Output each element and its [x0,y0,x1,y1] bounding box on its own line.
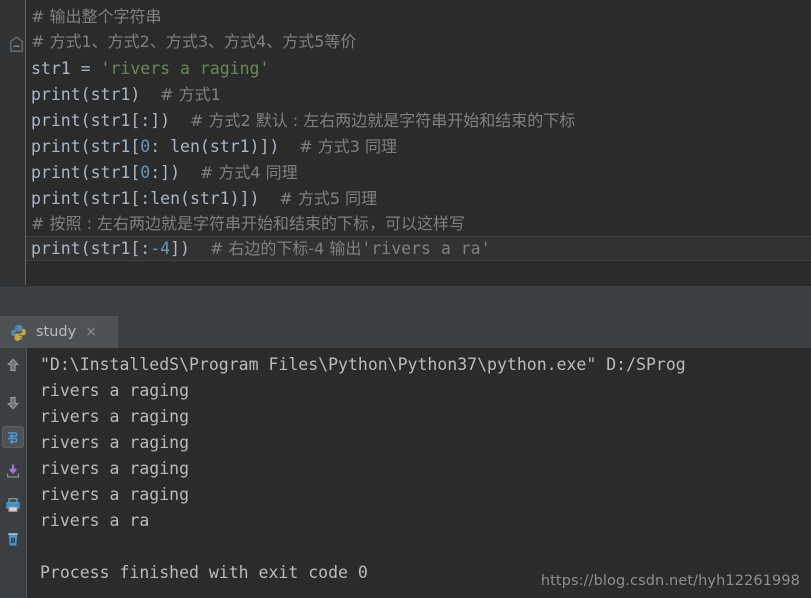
run-console-panel: study × "D:\InstalledS\Program Files\Pyt… [0,316,811,598]
output-line-4: rivers a raging [40,459,190,478]
code-token: # 按照 : 左右两边就是字符串开始和结束的下标，可以这样写 [31,214,466,233]
code-editor[interactable]: # 输出整个字符串 # 方式1、方式2、方式3、方式4、方式5等价 str1 = '… [0,0,811,286]
python-file-icon [10,324,27,341]
code-token: print(str1[:]) [31,111,190,130]
scroll-up-button[interactable] [2,354,24,376]
code-line[interactable]: # 按照 : 左右两边就是字符串开始和结束的下标，可以这样写 [26,211,465,236]
watermark-text: https://blog.csdn.net/hyh12261998 [540,573,800,589]
code-token: # 方式1 [160,85,221,104]
code-token: 0 [140,163,151,182]
run-tab-label: study [36,324,77,340]
code-token: print(str1[:len(str1)]) [31,189,280,208]
code-token: ]) [170,239,210,258]
code-line[interactable]: print(str1) # 方式1 [26,82,221,107]
code-token: print(str1[: [31,239,151,258]
output-line-6: rivers a ra [40,511,150,530]
code-line[interactable]: # 输出整个字符串 [26,4,162,29]
run-tab-study[interactable]: study × [0,316,118,348]
exit-status-line: Process finished with exit code 0 [40,563,368,582]
pycharm-window: # 输出整个字符串 # 方式1、方式2、方式3、方式4、方式5等价 str1 = '… [0,0,811,598]
code-token: 'rivers a ra' [361,239,491,258]
output-line-1: rivers a raging [40,381,190,400]
soft-wrap-icon [5,429,21,445]
code-token: print(str1[ [31,163,141,182]
printer-icon [5,497,21,513]
clear-all-button[interactable] [2,528,24,550]
code-line[interactable]: print(str1[0:]) # 方式4 同理 [26,160,298,185]
code-line[interactable]: # 方式1、方式2、方式3、方式4、方式5等价 [26,29,356,54]
console-output-area[interactable]: "D:\InstalledS\Program Files\Python\Pyth… [26,348,811,598]
output-line-5: rivers a raging [40,485,190,504]
trash-icon [5,531,21,547]
code-token: # 方式3 同理 [299,137,397,156]
code-token: print(str1[ [31,137,141,156]
console-toolbar[interactable] [0,348,26,598]
code-token: # 方式5 同理 [279,189,378,208]
code-line[interactable]: print(str1[:len(str1)]) # 方式5 同理 [26,186,377,211]
editor-console-splitter[interactable] [0,286,811,316]
arrow-up-icon [5,357,21,373]
code-line[interactable]: print(str1[:-4]) # 右边的下标-4 输出'rivers a r… [26,236,811,261]
close-icon[interactable]: × [85,325,97,339]
code-token: str1 = [31,59,101,78]
code-token: # 右边的下标-4 输出 [209,239,362,258]
run-command-line: "D:\InstalledS\Program Files\Python\Pyth… [40,355,686,374]
code-token: 'rivers a raging' [100,59,270,78]
code-line[interactable]: print(str1[0: len(str1)]) # 方式3 同理 [26,134,397,159]
code-line[interactable]: str1 = 'rivers a raging' [26,56,269,81]
run-tab-bar[interactable]: study × [0,316,811,348]
code-token: :]) [150,163,200,182]
code-token: # 输出整个字符串 [31,7,162,26]
code-token: # 方式1、方式2、方式3、方式4、方式5等价 [31,32,357,51]
code-token: : len(str1)]) [150,137,300,156]
code-line[interactable]: print(str1[:]) # 方式2 默认 : 左右两边就是字符串开始和结束… [26,108,575,133]
code-token: -4 [150,239,171,258]
arrow-down-icon [5,395,21,411]
code-token: 0 [140,137,151,156]
code-lines-container[interactable]: # 输出整个字符串 # 方式1、方式2、方式3、方式4、方式5等价 str1 = '… [26,0,811,286]
soft-wrap-button[interactable] [2,426,24,448]
code-token: print(str1) [31,85,161,104]
code-token: # 方式4 同理 [199,163,298,182]
scroll-down-button[interactable] [2,392,24,414]
console-left-edge [26,348,27,598]
code-token: # 方式2 默认 : 左右两边就是字符串开始和结束的下标 [189,111,576,130]
collapse-fold-marker-icon[interactable] [9,36,24,53]
export-button[interactable] [2,460,24,482]
export-down-icon [5,463,21,479]
print-button[interactable] [2,494,24,516]
output-line-2: rivers a raging [40,407,190,426]
output-line-3: rivers a raging [40,433,190,452]
